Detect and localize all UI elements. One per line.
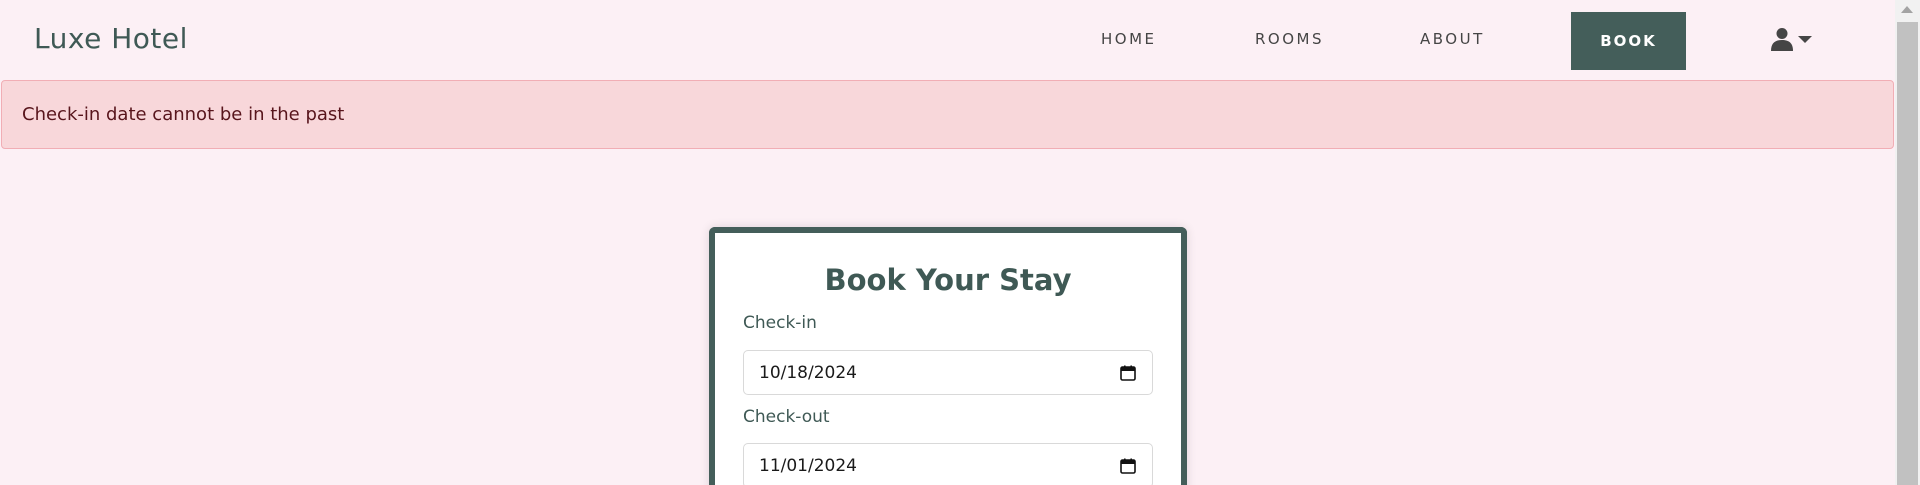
checkout-date-input[interactable]: 11/01/2024 [743, 443, 1153, 485]
checkout-date-value: 11/01/2024 [759, 455, 857, 476]
checkin-label: Check-in [743, 313, 817, 333]
nav-book-button[interactable]: BOOK [1571, 12, 1686, 70]
booking-title: Book Your Stay [824, 263, 1072, 297]
user-icon [1771, 28, 1793, 51]
nav-home-link[interactable]: HOME [1101, 30, 1157, 48]
checkin-date-input[interactable]: 10/18/2024 [743, 350, 1153, 395]
nav-rooms-link[interactable]: ROOMS [1255, 30, 1324, 48]
booking-card: Book Your Stay Check-in 10/18/2024 Check… [709, 227, 1187, 485]
calendar-icon[interactable] [1120, 365, 1136, 381]
scroll-up-arrow-icon[interactable] [1901, 6, 1913, 13]
navbar: Luxe Hotel HOME ROOMS ABOUT BOOK [0, 0, 1895, 80]
brand-logo[interactable]: Luxe Hotel [34, 22, 188, 55]
user-menu-dropdown[interactable] [1770, 26, 1816, 52]
checkin-date-value: 10/18/2024 [759, 362, 857, 383]
calendar-icon[interactable] [1120, 458, 1136, 474]
error-alert: Check-in date cannot be in the past [1, 80, 1894, 149]
nav-about-link[interactable]: ABOUT [1420, 30, 1485, 48]
alert-message: Check-in date cannot be in the past [22, 104, 345, 125]
scrollbar-thumb[interactable] [1897, 22, 1918, 485]
caret-down-icon [1798, 36, 1812, 43]
page-scrollbar[interactable] [1895, 0, 1920, 485]
page: Luxe Hotel HOME ROOMS ABOUT BOOK Check-i… [0, 0, 1895, 485]
checkout-label: Check-out [743, 407, 830, 427]
